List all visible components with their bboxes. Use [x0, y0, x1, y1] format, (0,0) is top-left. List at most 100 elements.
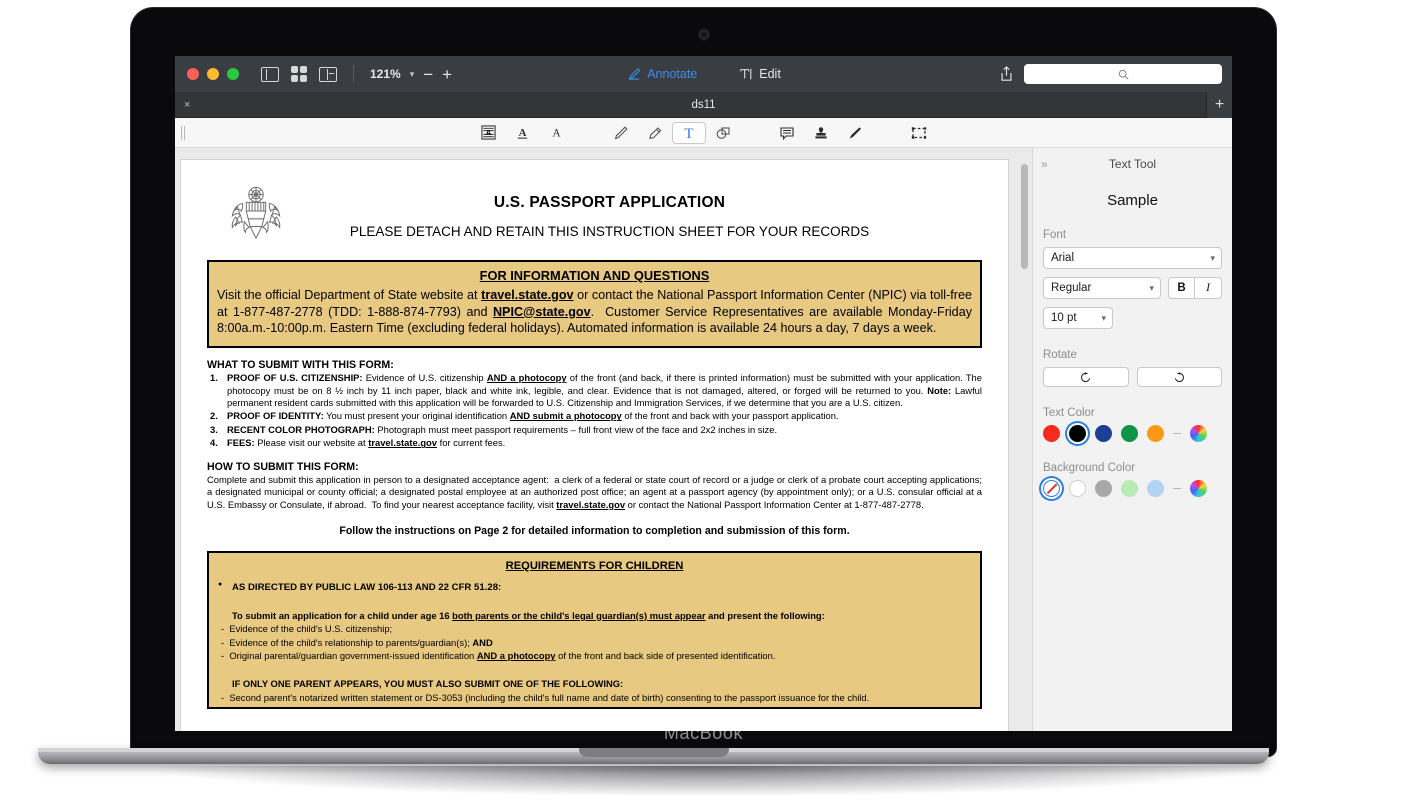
how-to-submit-heading: HOW TO SUBMIT THIS FORM: — [207, 460, 359, 473]
webcam-icon — [699, 30, 708, 39]
font-family-select[interactable]: Arial ▾ — [1043, 247, 1222, 269]
color-swatch[interactable] — [1147, 425, 1164, 442]
pen-nib-icon — [628, 67, 641, 80]
pencil-icon[interactable] — [604, 118, 638, 148]
svg-text:A: A — [552, 128, 561, 140]
bold-italic-group: B I — [1168, 277, 1222, 299]
minimize-window-button[interactable] — [207, 68, 219, 80]
text-color-label: Text Color — [1043, 407, 1095, 419]
view-mode-buttons — [261, 66, 337, 82]
sidebar-view-icon[interactable] — [261, 66, 279, 82]
bold-button[interactable]: B — [1169, 278, 1195, 298]
us-great-seal-icon — [231, 186, 281, 240]
zoom-out-button[interactable]: − — [423, 66, 433, 83]
collapse-sidebar-button[interactable]: » — [1041, 157, 1048, 171]
strikethrough-text-icon[interactable]: A — [540, 118, 574, 148]
color-swatch[interactable] — [1095, 480, 1112, 497]
chevron-down-icon: ▾ — [1210, 252, 1215, 263]
color-swatch[interactable] — [1069, 425, 1086, 442]
text-tool-icon[interactable]: T — [671, 121, 706, 144]
background-color-swatches — [1033, 480, 1232, 497]
stamp-icon[interactable] — [804, 118, 838, 148]
info-questions-box: FOR INFORMATION AND QUESTIONS Visit the … — [207, 260, 982, 349]
color-swatch[interactable] — [1043, 425, 1060, 442]
toolbar-divider — [353, 65, 354, 83]
highlighter-icon[interactable] — [638, 118, 672, 148]
color-swatch[interactable] — [1121, 425, 1138, 442]
svg-text:A: A — [486, 128, 492, 137]
search-icon — [1118, 69, 1129, 80]
color-wheel-icon[interactable] — [1190, 480, 1207, 497]
chevron-down-icon[interactable]: ▾ — [410, 69, 415, 80]
text-cursor-icon — [740, 68, 752, 80]
annotation-toolbar: A A A T — [175, 118, 1232, 148]
grid-view-icon[interactable] — [291, 66, 307, 82]
color-swatch[interactable] — [1069, 480, 1086, 497]
maximize-window-button[interactable] — [227, 68, 239, 80]
toolbar-drag-handle[interactable] — [181, 126, 187, 140]
close-window-button[interactable] — [187, 68, 199, 80]
list-item: - Evidence of the child's relationship t… — [221, 636, 493, 648]
tab-title[interactable]: ds11 — [175, 99, 1232, 111]
how-to-submit-body: Complete and submit this application in … — [207, 473, 982, 511]
children-one-parent-heading: IF ONLY ONE PARENT APPEARS, YOU MUST ALS… — [232, 678, 624, 690]
font-style-select[interactable]: Regular ▾ — [1043, 277, 1161, 299]
background-color-label: Background Color — [1043, 462, 1136, 474]
redact-icon[interactable]: A — [472, 118, 506, 148]
text-color-swatches — [1033, 425, 1232, 442]
children-lead-line: To submit an application for a child und… — [232, 609, 825, 621]
underline-text-icon[interactable]: A — [506, 118, 540, 148]
font-sample-preview: Sample — [1107, 192, 1158, 209]
shapes-icon[interactable] — [706, 118, 740, 148]
edit-mode-button[interactable]: Edit — [739, 67, 781, 81]
list-item: - Second parent's notarized written stat… — [221, 691, 870, 703]
color-swatch-none[interactable] — [1043, 480, 1060, 497]
zoom-level-value[interactable]: 121% — [370, 67, 401, 81]
list-item: 1. PROOF OF U.S. CITIZENSHIP: Evidence of… — [210, 372, 982, 409]
rotate-clockwise-button[interactable] — [1136, 367, 1222, 387]
rotate-counterclockwise-button[interactable] — [1043, 367, 1129, 387]
swatch-connector — [1173, 487, 1181, 490]
color-swatch[interactable] — [1147, 480, 1164, 497]
vertical-scrollbar[interactable] — [1021, 164, 1028, 269]
color-wheel-icon[interactable] — [1190, 425, 1207, 442]
sidebar-header: » Text Tool — [1033, 148, 1232, 180]
edit-label: Edit — [759, 67, 781, 81]
color-swatch[interactable] — [1121, 480, 1138, 497]
contact-sheet-icon[interactable] — [319, 66, 337, 82]
font-size-value: 10 pt — [1051, 312, 1077, 324]
italic-button[interactable]: I — [1195, 278, 1221, 298]
requirements-children-box: REQUIREMENTS FOR CHILDREN AS DIRECTED BY… — [207, 550, 982, 709]
font-family-value: Arial — [1051, 252, 1075, 264]
font-size-row: 10 pt ▾ — [1033, 307, 1232, 329]
main-content: U.S. PASSPORT APPLICATION PLEASE DETACH … — [175, 148, 1232, 731]
screen: 121% ▾ − + Annotate Edit × ds11 + A A A … — [175, 56, 1232, 731]
list-item-number: 4. — [210, 437, 218, 449]
font-size-select[interactable]: 10 pt ▾ — [1043, 307, 1113, 329]
traffic-lights — [187, 68, 239, 80]
font-label: Font — [1043, 229, 1067, 241]
share-icon[interactable] — [999, 66, 1014, 82]
info-box-body: Visit the official Department of State w… — [217, 288, 972, 336]
document-header: U.S. PASSPORT APPLICATION PLEASE DETACH … — [207, 180, 982, 244]
macbook-base-notch — [578, 748, 729, 757]
zoom-controls: 121% ▾ − + — [370, 66, 452, 83]
signature-icon[interactable] — [838, 118, 872, 148]
search-input[interactable] — [1024, 64, 1222, 84]
what-to-submit-heading: WHAT TO SUBMIT WITH THIS FORM: — [207, 359, 394, 372]
macbook-device-frame: MacBook 121% ▾ − + Annotate Edit × ds11 … — [131, 8, 1276, 756]
follow-instructions-line: Follow the instructions on Page 2 for de… — [339, 524, 850, 537]
zoom-in-button[interactable]: + — [442, 66, 452, 83]
color-swatch[interactable] — [1095, 425, 1112, 442]
annotate-mode-button[interactable]: Annotate — [626, 67, 697, 81]
font-family-row: Arial ▾ — [1033, 247, 1232, 269]
chevron-down-icon: ▾ — [1149, 282, 1154, 293]
note-icon[interactable] — [770, 118, 804, 148]
crop-select-icon[interactable] — [902, 118, 936, 148]
list-item-number: 3. — [210, 423, 218, 435]
document-pane[interactable]: U.S. PASSPORT APPLICATION PLEASE DETACH … — [175, 148, 1032, 731]
sidebar-title: Text Tool — [1108, 157, 1157, 171]
new-tab-button[interactable]: + — [1206, 92, 1232, 118]
annotate-label: Annotate — [647, 67, 698, 81]
pdf-page[interactable]: U.S. PASSPORT APPLICATION PLEASE DETACH … — [181, 160, 1008, 731]
